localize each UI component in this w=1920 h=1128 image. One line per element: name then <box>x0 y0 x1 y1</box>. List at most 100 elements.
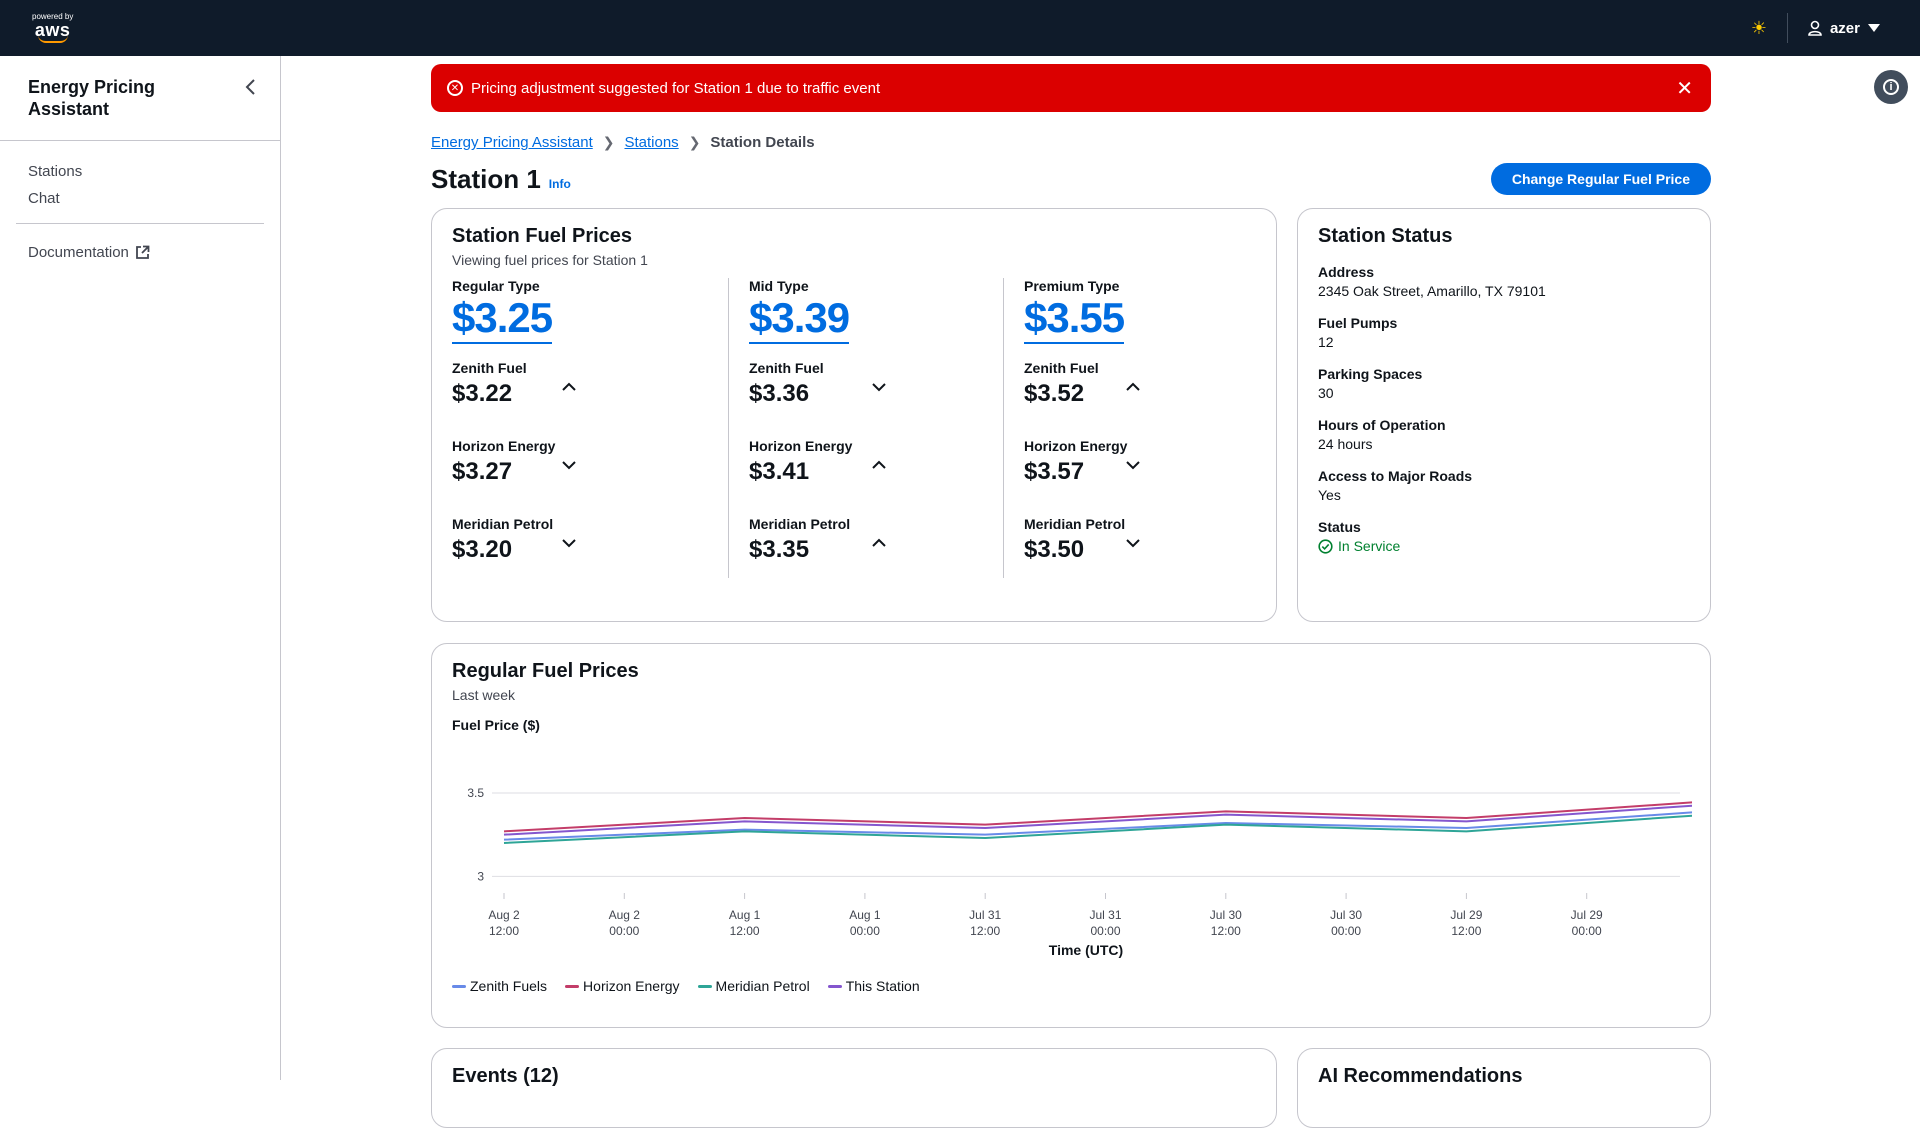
legend-label: Horizon Energy <box>583 978 680 994</box>
field-label: Fuel Pumps <box>1318 315 1398 331</box>
status-field-roads: Access to Major Roads Yes <box>1318 468 1690 503</box>
status-field-status: Status In Service <box>1318 519 1690 554</box>
chevron-up-icon <box>562 382 576 391</box>
legend-swatch <box>565 984 580 988</box>
legend-item[interactable]: Meridian Petrol <box>697 978 810 994</box>
fuel-price-columns: Regular Type $3.25 Zenith Fuel $3.22 Hori… <box>452 278 1256 578</box>
competitor-value: $3.57 <box>1024 458 1085 485</box>
competitor-price: Horizon Energy $3.57 <box>1024 438 1223 500</box>
chevron-down-icon <box>562 539 576 548</box>
alert-message: Pricing adjustment suggested for Station… <box>471 79 881 97</box>
sidebar-header: Energy Pricing Assistant <box>0 56 280 141</box>
chart-title: Regular Fuel Prices <box>452 660 639 682</box>
field-label: Parking Spaces <box>1318 366 1423 382</box>
field-label: Hours of Operation <box>1318 417 1446 433</box>
user-icon <box>1808 20 1822 36</box>
chevron-up-icon <box>1126 382 1140 391</box>
x-tick-label: 12:00 <box>730 924 760 938</box>
competitor-name: Meridian Petrol <box>1024 516 1126 532</box>
x-tick-label: Jul 31 <box>1089 908 1121 922</box>
chevron-left-icon[interactable] <box>244 78 256 101</box>
competitor-name: Zenith Fuel <box>749 360 824 376</box>
sidebar-item-stations[interactable]: Stations <box>28 163 252 180</box>
field-value: Yes <box>1318 487 1341 503</box>
chevron-right-icon: ❯ <box>602 134 615 150</box>
breadcrumb: Energy Pricing Assistant ❯ Stations ❯ St… <box>431 134 1711 151</box>
user-menu[interactable]: azer <box>1808 20 1880 37</box>
chevron-down-icon <box>562 461 576 470</box>
side-navigation: Energy Pricing Assistant Stations Chat D… <box>0 56 281 1080</box>
x-tick-label: 12:00 <box>1451 924 1481 938</box>
fuel-column-mid: Mid Type $3.39 Zenith Fuel $3.36 Horizon … <box>728 278 1003 578</box>
fuel-price-line-chart: 3.5 3 Aug 2 12:00 Aug 2 00:00 Aug 1 12:00 Aug 1 0… <box>467 786 1692 958</box>
status-field-address: Address 2345 Oak Street, Amarillo, TX 791… <box>1318 264 1690 299</box>
x-tick-label: 12:00 <box>1211 924 1241 938</box>
status-field-fuel-pumps: Fuel Pumps 12 <box>1318 315 1690 350</box>
sidebar-item-chat[interactable]: Chat <box>28 190 252 207</box>
y-tick-label: 3.5 <box>467 786 484 800</box>
sidebar-item-documentation[interactable]: Documentation <box>0 244 280 261</box>
breadcrumb-stations[interactable]: Stations <box>624 134 678 151</box>
chevron-right-icon: ❯ <box>688 134 701 150</box>
competitor-price: Zenith Fuel $3.22 <box>452 360 708 422</box>
chart-y-label: Fuel Price ($) <box>452 717 540 733</box>
change-regular-fuel-price-button[interactable]: Change Regular Fuel Price <box>1490 163 1711 195</box>
fuel-price-link[interactable]: $3.55 <box>1024 294 1125 344</box>
info-panel-button[interactable]: i <box>1874 70 1908 104</box>
competitor-value: $3.52 <box>1024 380 1085 407</box>
legend-swatch <box>697 984 712 988</box>
competitor-price: Meridian Petrol $3.20 <box>452 516 708 578</box>
aws-logo[interactable]: powered by aws <box>32 13 73 43</box>
breadcrumb-root[interactable]: Energy Pricing Assistant <box>431 134 593 151</box>
field-label: Status <box>1318 519 1361 535</box>
main-content: ✕ Pricing adjustment suggested for Stati… <box>431 64 1711 197</box>
close-icon[interactable]: ✕ <box>1676 76 1693 101</box>
x-tick-label: 00:00 <box>1331 924 1361 938</box>
status-indicator: In Service <box>1318 538 1690 554</box>
competitor-value: $3.36 <box>749 380 810 407</box>
events-title: Events (12) <box>452 1065 559 1087</box>
logo-smile-icon <box>37 35 68 43</box>
info-link[interactable]: Info <box>549 177 571 191</box>
legend-item[interactable]: Zenith Fuels <box>452 978 547 994</box>
error-icon: ✕ <box>447 80 463 96</box>
breadcrumb-current: Station Details <box>710 134 815 151</box>
chevron-up-icon <box>872 538 886 547</box>
check-circle-icon <box>1318 538 1333 554</box>
competitor-value: $3.27 <box>452 458 513 485</box>
legend-item[interactable]: This Station <box>827 978 920 994</box>
chevron-down-icon <box>872 383 886 392</box>
top-navigation: powered by aws ☀ azer <box>0 0 1920 56</box>
external-link-icon <box>136 245 150 259</box>
chart-subtitle: Last week <box>452 687 516 703</box>
field-value: 30 <box>1318 385 1334 401</box>
x-tick-label: Aug 1 <box>849 908 881 922</box>
chart-legend: Zenith Fuels Horizon Energy Meridian Petro… <box>452 978 1690 994</box>
fuel-price-link[interactable]: $3.25 <box>452 294 553 344</box>
x-tick-label: Jul 30 <box>1330 908 1362 922</box>
y-tick-label: 3 <box>477 869 484 883</box>
legend-item[interactable]: Horizon Energy <box>565 978 680 994</box>
page-header: Station 1 Info Change Regular Fuel Price <box>431 161 1711 197</box>
legend-swatch <box>452 984 466 988</box>
competitor-name: Zenith Fuel <box>1024 360 1099 376</box>
competitor-name: Horizon Energy <box>1024 438 1128 454</box>
ai-recommendations-card: AI Recommendations <box>1297 1048 1711 1128</box>
competitor-price: Horizon Energy $3.41 <box>749 438 983 500</box>
caret-down-icon <box>1868 24 1880 32</box>
sun-icon[interactable]: ☀ <box>1751 18 1767 39</box>
legend-swatch <box>827 984 842 988</box>
info-icon: i <box>1883 79 1899 95</box>
station-status-title: Station Status <box>1318 225 1453 247</box>
fuel-prices-card: Station Fuel Prices Viewing fuel prices … <box>431 208 1277 622</box>
fuel-price-link[interactable]: $3.39 <box>749 294 850 344</box>
sidebar-title[interactable]: Energy Pricing Assistant <box>28 76 188 120</box>
user-name: azer <box>1829 19 1860 37</box>
competitor-price: Meridian Petrol $3.35 <box>749 516 983 578</box>
page-title: Station 1 Info <box>431 164 571 195</box>
competitor-name: Horizon Energy <box>452 438 556 454</box>
field-value: 2345 Oak Street, Amarillo, TX 79101 <box>1318 283 1546 299</box>
x-tick-label: 12:00 <box>489 924 519 938</box>
field-value: 24 hours <box>1318 436 1373 452</box>
error-alert: ✕ Pricing adjustment suggested for Stati… <box>431 64 1711 112</box>
